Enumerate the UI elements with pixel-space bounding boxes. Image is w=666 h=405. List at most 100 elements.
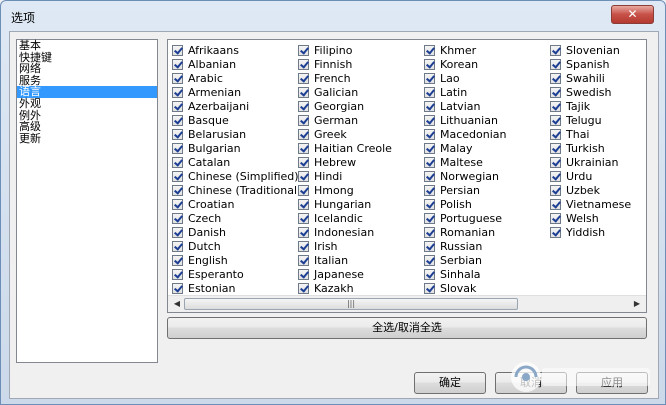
language-item[interactable]: French: [298, 71, 392, 85]
language-item[interactable]: Khmer: [424, 43, 507, 57]
language-item[interactable]: Thai: [550, 127, 631, 141]
checkbox-checked-icon[interactable]: [298, 254, 309, 266]
scroll-thumb[interactable]: |||: [184, 298, 518, 310]
checkbox-checked-icon[interactable]: [172, 198, 183, 210]
language-item[interactable]: Malay: [424, 141, 507, 155]
checkbox-checked-icon[interactable]: [172, 212, 183, 224]
language-item[interactable]: Ukrainian: [550, 155, 631, 169]
checkbox-checked-icon[interactable]: [298, 100, 309, 112]
checkbox-checked-icon[interactable]: [424, 72, 435, 84]
checkbox-checked-icon[interactable]: [172, 128, 183, 140]
language-item[interactable]: Vietnamese: [550, 197, 631, 211]
language-item[interactable]: Turkish: [550, 141, 631, 155]
language-item[interactable]: Hindi: [298, 169, 392, 183]
checkbox-checked-icon[interactable]: [298, 58, 309, 70]
language-item[interactable]: Korean: [424, 57, 507, 71]
checkbox-checked-icon[interactable]: [424, 156, 435, 168]
close-button[interactable]: ✕: [611, 5, 654, 24]
language-item[interactable]: Uzbek: [550, 183, 631, 197]
checkbox-checked-icon[interactable]: [550, 58, 561, 70]
checkbox-checked-icon[interactable]: [172, 100, 183, 112]
language-item[interactable]: Romanian: [424, 225, 507, 239]
language-item[interactable]: Swahili: [550, 71, 631, 85]
language-item[interactable]: Italian: [298, 253, 392, 267]
checkbox-checked-icon[interactable]: [172, 86, 183, 98]
language-item[interactable]: Belarusian: [172, 127, 301, 141]
language-item[interactable]: Irish: [298, 239, 392, 253]
language-item[interactable]: Lithuanian: [424, 113, 507, 127]
checkbox-checked-icon[interactable]: [298, 114, 309, 126]
checkbox-checked-icon[interactable]: [550, 86, 561, 98]
checkbox-checked-icon[interactable]: [424, 254, 435, 266]
language-item[interactable]: Icelandic: [298, 211, 392, 225]
language-item[interactable]: Latin: [424, 85, 507, 99]
checkbox-checked-icon[interactable]: [298, 128, 309, 140]
language-item[interactable]: Norwegian: [424, 169, 507, 183]
language-item[interactable]: Armenian: [172, 85, 301, 99]
checkbox-checked-icon[interactable]: [550, 226, 561, 238]
language-item[interactable]: Swedish: [550, 85, 631, 99]
language-item[interactable]: Lao: [424, 71, 507, 85]
scroll-left-icon[interactable]: ◀: [172, 299, 182, 309]
checkbox-checked-icon[interactable]: [172, 44, 183, 56]
language-item[interactable]: Esperanto: [172, 267, 301, 281]
language-item[interactable]: Hungarian: [298, 197, 392, 211]
checkbox-checked-icon[interactable]: [172, 72, 183, 84]
language-item[interactable]: Haitian Creole: [298, 141, 392, 155]
checkbox-checked-icon[interactable]: [550, 114, 561, 126]
checkbox-checked-icon[interactable]: [424, 58, 435, 70]
toggle-all-button[interactable]: 全选/取消全选: [167, 317, 647, 339]
language-item[interactable]: Indonesian: [298, 225, 392, 239]
language-item[interactable]: Japanese: [298, 267, 392, 281]
language-item[interactable]: Tajik: [550, 99, 631, 113]
language-item[interactable]: Greek: [298, 127, 392, 141]
checkbox-checked-icon[interactable]: [550, 184, 561, 196]
checkbox-checked-icon[interactable]: [298, 156, 309, 168]
checkbox-checked-icon[interactable]: [424, 142, 435, 154]
checkbox-checked-icon[interactable]: [172, 156, 183, 168]
checkbox-checked-icon[interactable]: [298, 86, 309, 98]
checkbox-checked-icon[interactable]: [424, 44, 435, 56]
checkbox-checked-icon[interactable]: [298, 142, 309, 154]
language-item[interactable]: Macedonian: [424, 127, 507, 141]
checkbox-checked-icon[interactable]: [424, 282, 435, 294]
language-item[interactable]: Yiddish: [550, 225, 631, 239]
nav-item[interactable]: 更新: [17, 133, 157, 145]
checkbox-checked-icon[interactable]: [424, 268, 435, 280]
checkbox-checked-icon[interactable]: [172, 170, 183, 182]
language-item[interactable]: Welsh: [550, 211, 631, 225]
checkbox-checked-icon[interactable]: [172, 58, 183, 70]
apply-button[interactable]: 应用: [576, 372, 648, 394]
checkbox-checked-icon[interactable]: [298, 198, 309, 210]
language-item[interactable]: Hebrew: [298, 155, 392, 169]
checkbox-checked-icon[interactable]: [424, 226, 435, 238]
language-item[interactable]: Finnish: [298, 57, 392, 71]
language-item[interactable]: German: [298, 113, 392, 127]
checkbox-checked-icon[interactable]: [172, 114, 183, 126]
language-item[interactable]: Catalan: [172, 155, 301, 169]
language-item[interactable]: Azerbaijani: [172, 99, 301, 113]
language-item[interactable]: Czech: [172, 211, 301, 225]
checkbox-checked-icon[interactable]: [424, 212, 435, 224]
checkbox-checked-icon[interactable]: [550, 212, 561, 224]
language-item[interactable]: Croatian: [172, 197, 301, 211]
language-item[interactable]: Persian: [424, 183, 507, 197]
language-item[interactable]: Slovenian: [550, 43, 631, 57]
checkbox-checked-icon[interactable]: [550, 72, 561, 84]
checkbox-checked-icon[interactable]: [550, 142, 561, 154]
language-item[interactable]: Danish: [172, 225, 301, 239]
language-item[interactable]: Basque: [172, 113, 301, 127]
checkbox-checked-icon[interactable]: [550, 44, 561, 56]
language-item[interactable]: Sinhala: [424, 267, 507, 281]
checkbox-checked-icon[interactable]: [424, 128, 435, 140]
checkbox-checked-icon[interactable]: [172, 226, 183, 238]
language-item[interactable]: Maltese: [424, 155, 507, 169]
checkbox-checked-icon[interactable]: [298, 44, 309, 56]
category-list[interactable]: 基本 快捷键 网络 服务 语言 外观 例外 高级 更新: [16, 39, 158, 363]
checkbox-checked-icon[interactable]: [298, 184, 309, 196]
checkbox-checked-icon[interactable]: [424, 198, 435, 210]
checkbox-checked-icon[interactable]: [424, 170, 435, 182]
language-item[interactable]: Spanish: [550, 57, 631, 71]
horizontal-scrollbar[interactable]: ◀ ||| ▶: [168, 295, 646, 312]
cancel-button[interactable]: 取消: [495, 372, 567, 394]
